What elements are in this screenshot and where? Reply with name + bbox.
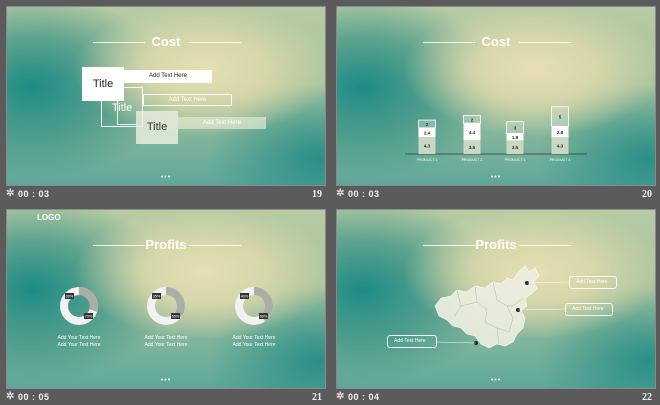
donut-chart: 40% 60% [235,287,273,325]
star-icon: ✲ [336,188,345,199]
slide-timing: 00 : 03 [348,189,380,199]
donut-chart: 35% 65% [147,287,185,325]
slide-number: 19 [312,189,322,200]
slide-preview-22[interactable]: Profits Add Text Here Add Text Here Add … [336,209,656,389]
map-callout: Add Text Here [565,303,613,316]
donut-caption: Add Your Text Here Add Your Text Here [219,335,289,349]
text-bar: Add Text Here [143,94,232,106]
title-rule-right [189,42,241,43]
slide-number: 22 [642,392,652,403]
caption-line: Add Your Text Here [232,342,276,348]
title-rule-right [189,245,241,246]
china-map [434,265,570,349]
percent-label: 65% [172,315,180,319]
slide-preview-19[interactable]: Cost Add Text Here Add Text Here Add Tex… [6,6,326,186]
pager-dots: ••• [490,174,502,181]
pager-dots: ••• [160,174,172,181]
percent-label: 35% [153,295,161,299]
slide-footer: ✲ 00 : 03 20 [336,188,654,202]
data-label: 3.5 [512,145,519,150]
caption-line: Add Your Text Here [232,335,276,341]
callout-leader [517,308,566,311]
star-icon: ✲ [336,391,345,402]
slide-title: Profits [145,237,187,252]
slide-number: 21 [312,392,322,403]
data-label: 2.8 [557,130,564,135]
logo: LOGO [37,213,61,222]
title-box: Title [82,67,124,101]
data-label: 4.3 [557,144,564,149]
donut-chart: 30% 70% [60,287,98,325]
slide-timing: 00 : 03 [18,189,50,199]
slide-timing: 00 : 04 [348,392,380,402]
data-label: 2.4 [424,131,431,136]
tick-label: PRODUCT 4 [550,158,571,162]
percent-label: 70% [85,315,93,319]
data-label: 4.4 [469,130,476,135]
map-callout: Add Text Here [569,276,617,289]
slide-footer: ✲ 00 : 03 19 [6,188,324,202]
text-bar: Add Text Here [178,117,266,129]
map-shape [434,265,540,349]
callout-leader [435,341,477,344]
slide-timing: 00 : 05 [18,392,50,402]
star-icon: ✲ [6,391,15,402]
percent-label: 30% [66,295,74,299]
stacked-bar-chart: 4.32.42PRODUCT 13.54.42PRODUCT 23.51.83P… [405,106,587,162]
pager-dots: ••• [490,377,502,384]
slide-number: 20 [642,189,652,200]
caption-line: Add Your Text Here [144,335,188,341]
caption-line: Add Your Text Here [57,335,101,341]
pager-dots: ••• [160,377,172,384]
text-bar: Add Text Here [124,70,212,83]
percent-label: 40% [241,295,249,299]
star-icon: ✲ [6,188,15,199]
slide-title: Cost [151,34,181,49]
tick-label: PRODUCT 3 [505,158,526,162]
slide-preview-21[interactable]: LOGO Profits 30% 70% 35% 65% 40% 60% Add Yo… [6,209,326,389]
tick-label: PRODUCT 1 [417,158,438,162]
data-label: 1.8 [512,135,519,140]
donut-caption: Add Your Text Here Add Your Text Here [44,335,114,349]
caption-line: Add Your Text Here [57,342,101,348]
title-box: Title [136,111,178,144]
caption-line: Add Your Text Here [144,342,188,348]
percent-label: 60% [260,315,268,319]
tick-label: PRODUCT 2 [462,158,483,162]
data-label: 3.5 [469,145,476,150]
slide-preview-20[interactable]: Cost 4.3 2.4 2 PRODUCT 1 3.5 4.4 2 PRODUCT 2 3.5… [336,6,656,186]
donut-caption: Add Your Text Here Add Your Text Here [131,335,201,349]
map-callout: Add Text Here [387,335,437,348]
data-label: 4.3 [424,144,431,149]
